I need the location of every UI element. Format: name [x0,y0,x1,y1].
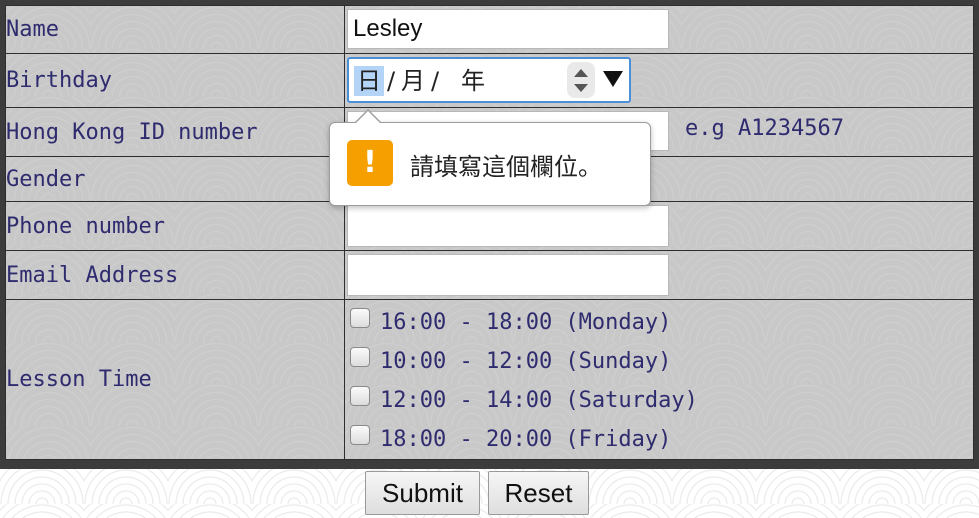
date-separator: / [431,67,440,95]
lesson-option-label: 18:00 - 20:00 (Friday) [380,426,672,452]
hkid-label: Hong Kong ID number [5,107,345,157]
birthday-cell: 日 / 月 / 年 [344,53,974,108]
submit-button[interactable]: Submit [365,471,480,515]
checkbox[interactable] [350,308,370,328]
lesson-time-cell: 16:00 - 18:00 (Monday) 10:00 - 12:00 (Su… [344,299,974,460]
gender-label: Gender [5,156,345,202]
date-day-segment[interactable]: 日 [354,66,384,96]
checkbox[interactable] [350,425,370,445]
tooltip-arrow-fill [355,111,381,124]
lesson-option[interactable]: 10:00 - 12:00 (Sunday) [345,342,973,381]
form-frame: Name Lesley Birthday 日 / 月 / 年 Hong Kong… [0,0,979,469]
phone-cell [344,201,974,251]
email-input[interactable] [347,254,669,296]
birthday-label: Birthday [5,53,345,108]
warning-icon: ! [347,140,393,186]
lesson-option-label: 16:00 - 18:00 (Monday) [380,309,672,335]
name-label: Name [5,5,345,54]
phone-label: Phone number [5,201,345,251]
validation-tooltip: ! 請填寫這個欄位。 [329,109,651,206]
email-label: Email Address [5,250,345,300]
lesson-option-label: 12:00 - 14:00 (Saturday) [380,387,698,413]
tooltip-message: 請填寫這個欄位。 [410,153,602,181]
date-separator: / [387,67,396,95]
checkbox[interactable] [350,386,370,406]
date-spinner[interactable] [567,62,595,98]
row-email: Email Address [5,250,974,300]
reset-button[interactable]: Reset [488,471,589,515]
row-birthday: Birthday 日 / 月 / 年 [5,53,974,108]
date-month-segment[interactable]: 月 [401,66,425,96]
lesson-options: 16:00 - 18:00 (Monday) 10:00 - 12:00 (Su… [345,301,973,459]
hkid-hint: e.g A1234567 [685,116,844,141]
lesson-time-label: Lesson Time [5,299,345,460]
date-year-segment[interactable]: 年 [461,66,485,96]
row-name: Name Lesley [5,5,974,54]
spin-down-icon[interactable] [574,84,588,92]
spin-up-icon[interactable] [574,69,588,77]
row-phone: Phone number [5,201,974,251]
row-lesson-time: Lesson Time 16:00 - 18:00 (Monday) 10:00… [5,299,974,460]
lesson-option[interactable]: 16:00 - 18:00 (Monday) [345,303,973,342]
registration-table: Name Lesley Birthday 日 / 月 / 年 Hong Kong… [5,5,974,460]
checkbox[interactable] [350,347,370,367]
phone-input[interactable] [347,205,669,247]
email-cell [344,250,974,300]
calendar-dropdown-icon[interactable] [603,71,623,87]
name-cell: Lesley [344,5,974,54]
lesson-option-label: 10:00 - 12:00 (Sunday) [380,348,672,374]
lesson-option[interactable]: 12:00 - 14:00 (Saturday) [345,381,973,420]
birthday-date-input[interactable]: 日 / 月 / 年 [347,57,631,103]
lesson-option[interactable]: 18:00 - 20:00 (Friday) [345,420,973,459]
name-input[interactable]: Lesley [347,9,669,49]
